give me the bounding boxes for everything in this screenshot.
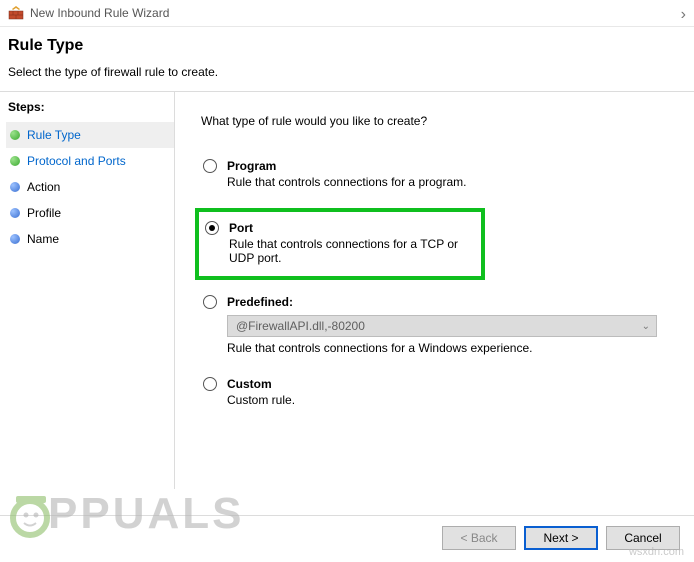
- option-port[interactable]: Port Rule that controls connections for …: [203, 218, 477, 268]
- appuals-mascot-icon: [4, 488, 56, 540]
- chevron-down-icon: ⌄: [642, 321, 650, 332]
- next-button[interactable]: Next >: [524, 526, 598, 550]
- predefined-dropdown: @FirewallAPI.dll,-80200 ⌄: [227, 315, 657, 337]
- step-label: Action: [27, 180, 60, 194]
- radio-predefined[interactable]: [203, 295, 217, 309]
- cancel-button[interactable]: Cancel: [606, 526, 680, 550]
- step-profile[interactable]: Profile: [6, 200, 174, 226]
- option-predefined-desc: Rule that controls connections for a Win…: [227, 341, 666, 355]
- firewall-wizard-icon: [8, 5, 24, 21]
- step-bullet-icon: [10, 130, 20, 140]
- window-title: New Inbound Rule Wizard: [30, 6, 169, 20]
- step-label: Protocol and Ports: [27, 154, 126, 168]
- divider: [0, 515, 694, 516]
- option-program[interactable]: Program Rule that controls connections f…: [201, 156, 668, 192]
- option-port-desc: Rule that controls connections for a TCP…: [229, 237, 475, 265]
- step-bullet-icon: [10, 234, 20, 244]
- option-predefined[interactable]: Predefined: @FirewallAPI.dll,-80200 ⌄ Ru…: [201, 292, 668, 358]
- option-custom[interactable]: Custom Custom rule.: [201, 374, 668, 410]
- main-content: What type of rule would you like to crea…: [175, 92, 694, 489]
- predefined-dropdown-value: @FirewallAPI.dll,-80200: [236, 319, 365, 333]
- step-rule-type[interactable]: Rule Type: [6, 122, 174, 148]
- option-program-desc: Rule that controls connections for a pro…: [227, 175, 666, 189]
- step-label: Name: [27, 232, 59, 246]
- step-bullet-icon: [10, 182, 20, 192]
- option-predefined-title: Predefined:: [227, 295, 293, 309]
- page-title: Rule Type: [8, 37, 686, 55]
- rule-type-question: What type of rule would you like to crea…: [201, 114, 668, 128]
- radio-port[interactable]: [205, 221, 219, 235]
- step-action[interactable]: Action: [6, 174, 174, 200]
- step-name[interactable]: Name: [6, 226, 174, 252]
- option-custom-title: Custom: [227, 377, 272, 391]
- step-label: Profile: [27, 206, 61, 220]
- option-port-title: Port: [229, 221, 253, 235]
- watermark-text: PPUALS: [48, 489, 244, 539]
- nav-next-icon[interactable]: ›: [681, 6, 686, 24]
- wizard-header: Rule Type Select the type of firewall ru…: [0, 27, 694, 91]
- back-button: < Back: [442, 526, 516, 550]
- option-custom-desc: Custom rule.: [227, 393, 666, 407]
- wizard-buttons: < Back Next > Cancel: [442, 526, 680, 550]
- page-subtitle: Select the type of firewall rule to crea…: [8, 65, 686, 79]
- watermark-logo: PPUALS: [4, 488, 244, 540]
- radio-program[interactable]: [203, 159, 217, 173]
- step-label: Rule Type: [27, 128, 81, 142]
- step-bullet-icon: [10, 208, 20, 218]
- highlight-annotation: Port Rule that controls connections for …: [195, 208, 485, 280]
- step-protocol-ports[interactable]: Protocol and Ports: [6, 148, 174, 174]
- steps-heading: Steps:: [6, 100, 174, 114]
- step-bullet-icon: [10, 156, 20, 166]
- title-bar: New Inbound Rule Wizard: [0, 0, 694, 27]
- steps-sidebar: Steps: Rule Type Protocol and Ports Acti…: [0, 92, 175, 489]
- option-program-title: Program: [227, 159, 276, 173]
- radio-custom[interactable]: [203, 377, 217, 391]
